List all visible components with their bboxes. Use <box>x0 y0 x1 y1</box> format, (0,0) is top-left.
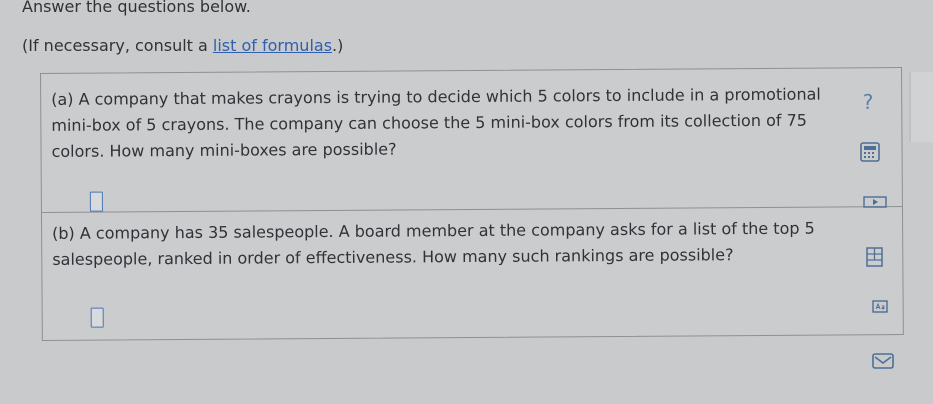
mail-icon[interactable] <box>872 353 894 369</box>
question-panel: (a) A company that makes crayons is tryi… <box>40 66 904 341</box>
answer-input-b[interactable] <box>90 307 104 328</box>
answer-input-a[interactable] <box>89 191 103 212</box>
side-scroll-handle[interactable] <box>909 72 933 142</box>
formula-link[interactable]: list of formulas <box>213 36 332 55</box>
instruction-text: Answer the questions below. <box>22 0 251 16</box>
question-b-text: (b) A company has 35 salespeople. A boar… <box>52 218 815 269</box>
consult-prefix: (If necessary, consult a <box>22 36 213 55</box>
help-icon[interactable]: ? <box>858 90 878 114</box>
section-divider <box>41 205 902 213</box>
question-a-text: (a) A company that makes crayons is tryi… <box>51 84 821 161</box>
data-table-icon[interactable] <box>866 247 883 267</box>
calculator-icon[interactable] <box>860 142 880 162</box>
consult-suffix: .) <box>332 36 344 55</box>
video-icon[interactable] <box>863 196 887 208</box>
periodic-table-icon[interactable] <box>872 300 888 313</box>
formula-line: (If necessary, consult a list of formula… <box>22 36 343 55</box>
